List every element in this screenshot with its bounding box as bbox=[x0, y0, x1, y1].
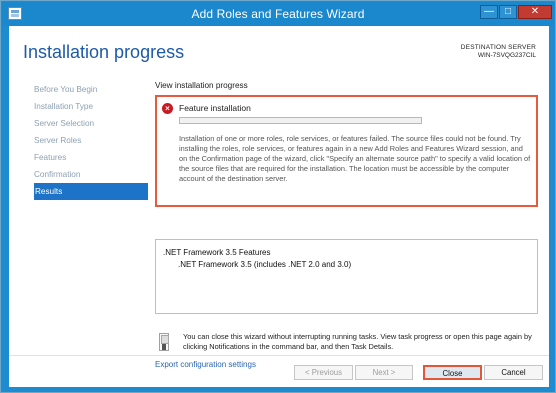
window-title: Add Roles and Features Wizard bbox=[191, 7, 365, 21]
previous-button[interactable]: < Previous bbox=[294, 365, 353, 380]
nav-before-you-begin[interactable]: Before You Begin bbox=[34, 81, 144, 98]
installation-error-panel: × Feature installation Installation of o… bbox=[155, 95, 538, 207]
result-subfeature-name: .NET Framework 3.5 (includes .NET 2.0 an… bbox=[178, 260, 352, 269]
wizard-client-area: Installation progress DESTINATION SERVER… bbox=[9, 26, 549, 387]
notification-document-icon bbox=[159, 333, 169, 351]
error-x-icon: × bbox=[162, 103, 173, 114]
nav-server-roles[interactable]: Server Roles bbox=[34, 132, 144, 149]
feature-installation-status: Feature installation bbox=[179, 103, 251, 113]
wizard-navigation: Before You Begin Installation Type Serve… bbox=[34, 81, 148, 200]
result-feature-name: .NET Framework 3.5 Features bbox=[163, 248, 271, 257]
page-title: Installation progress bbox=[23, 42, 185, 62]
nav-installation-type[interactable]: Installation Type bbox=[34, 98, 144, 115]
footer-divider bbox=[9, 355, 549, 356]
nav-confirmation[interactable]: Confirmation bbox=[34, 166, 144, 183]
next-button[interactable]: Next > bbox=[355, 365, 413, 380]
wizard-window-frame: Add Roles and Features Wizard — □ ✕ Inst… bbox=[0, 0, 556, 393]
installation-error-message: Installation of one or more roles, role … bbox=[179, 134, 531, 183]
title-bar[interactable]: Add Roles and Features Wizard — □ ✕ bbox=[2, 2, 554, 26]
view-installation-progress-label: View installation progress bbox=[155, 81, 248, 90]
window-close-button[interactable]: ✕ bbox=[518, 5, 552, 19]
nav-server-selection[interactable]: Server Selection bbox=[34, 115, 144, 132]
nav-results[interactable]: Results bbox=[34, 183, 148, 200]
installation-progress-bar bbox=[179, 117, 422, 124]
installation-results-list: .NET Framework 3.5 Features .NET Framewo… bbox=[155, 239, 538, 314]
close-button[interactable]: Close bbox=[423, 365, 482, 380]
nav-features[interactable]: Features bbox=[34, 149, 144, 166]
wizard-close-info-text: You can close this wizard without interr… bbox=[183, 332, 532, 351]
export-configuration-settings-link[interactable]: Export configuration settings bbox=[155, 360, 256, 369]
minimize-button[interactable]: — bbox=[480, 5, 498, 19]
maximize-button[interactable]: □ bbox=[499, 5, 517, 19]
cancel-button[interactable]: Cancel bbox=[484, 365, 543, 380]
destination-server-value: WIN-7SVQG237CIL bbox=[477, 52, 536, 59]
